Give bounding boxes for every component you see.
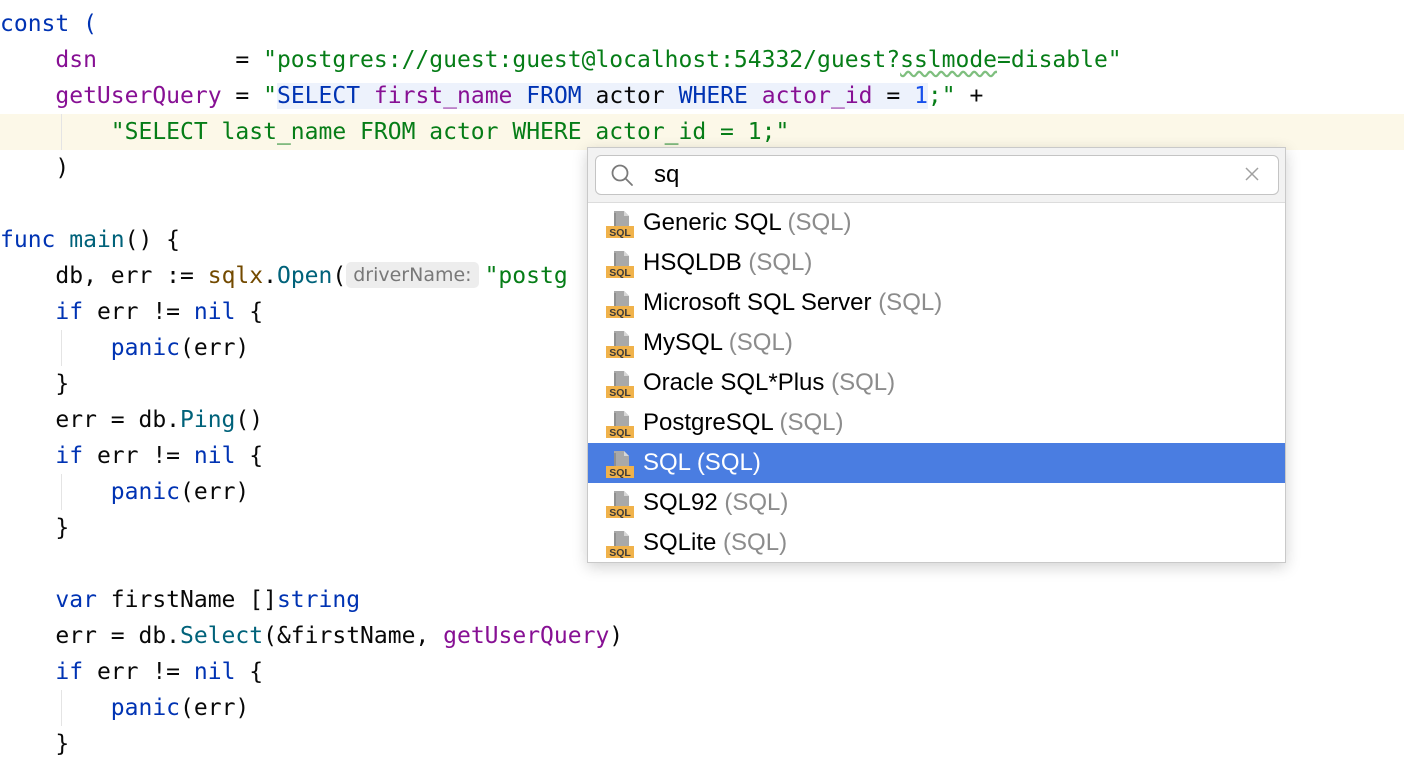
language-name: Generic SQL xyxy=(643,209,781,236)
language-list-item[interactable]: SQL PostgreSQL (SQL) xyxy=(588,403,1285,443)
language-name: SQLite xyxy=(643,529,717,556)
sql-badge: SQL xyxy=(609,547,631,559)
close-icon[interactable] xyxy=(1244,166,1260,182)
sql-badge: SQL xyxy=(609,387,631,399)
language-type: (SQL) xyxy=(723,529,788,556)
language-type: (SQL) xyxy=(696,449,761,476)
sql-badge: SQL xyxy=(609,467,631,479)
language-type: (SQL) xyxy=(728,329,793,356)
code-line: var firstName []string xyxy=(55,587,361,613)
language-list: SQL Generic SQL (SQL) SQL HSQLDB (SQL) SQL Mi… xyxy=(588,203,1285,563)
sql-file-icon: SQL xyxy=(606,331,634,359)
sql-badge: SQL xyxy=(609,507,631,519)
language-type: (SQL) xyxy=(878,289,943,316)
sql-badge: SQL xyxy=(609,307,631,319)
code-line: } xyxy=(55,731,70,757)
language-name: HSQLDB xyxy=(643,249,742,276)
sql-badge: SQL xyxy=(609,267,631,279)
language-name: PostgreSQL xyxy=(643,409,773,436)
code-line: if err != nil { xyxy=(55,659,264,685)
language-name: SQL xyxy=(643,449,691,476)
language-type: (SQL) xyxy=(831,369,896,396)
sql-file-icon: SQL xyxy=(606,411,634,439)
search-query[interactable]: sq xyxy=(654,160,679,190)
language-type: (SQL) xyxy=(724,489,789,516)
language-name: Microsoft SQL Server xyxy=(643,289,872,316)
code-line: const ( xyxy=(0,11,97,37)
language-type: (SQL) xyxy=(748,249,813,276)
sql-file-icon: SQL xyxy=(606,251,634,279)
sql-badge: SQL xyxy=(609,427,631,439)
sql-file-icon: SQL xyxy=(606,371,634,399)
language-list-item[interactable]: SQL Oracle SQL*Plus (SQL) xyxy=(588,363,1285,403)
sql-file-icon: SQL xyxy=(606,491,634,519)
language-list-item[interactable]: SQL SQLite (SQL) xyxy=(588,523,1285,563)
language-list-item[interactable]: SQL MySQL (SQL) xyxy=(588,323,1285,363)
sql-file-icon: SQL xyxy=(606,291,634,319)
language-type: (SQL) xyxy=(787,209,852,236)
sql-badge: SQL xyxy=(609,227,631,239)
code-line: panic(err) xyxy=(0,690,1404,726)
language-list-item[interactable]: SQL SQL92 (SQL) xyxy=(588,483,1285,523)
sql-badge: SQL xyxy=(609,347,631,359)
search-bar: sq xyxy=(588,148,1285,203)
language-name: MySQL xyxy=(643,329,723,356)
language-chooser-popup: sq SQL Generic SQL (SQL) SQL HSQLDB (SQL) SQ… xyxy=(587,147,1286,563)
magnifier-icon xyxy=(611,164,633,186)
language-type: (SQL) xyxy=(779,409,844,436)
language-list-item[interactable]: SQL Microsoft SQL Server (SQL) xyxy=(588,283,1285,323)
code-line-current: "SELECT last_name FROM actor WHERE actor… xyxy=(0,114,1404,150)
parameter-hint: driverName: xyxy=(346,262,479,288)
language-name: SQL92 xyxy=(643,489,718,516)
code-line: getUserQuery = "SELECT first_name FROM a… xyxy=(55,83,984,109)
language-name: Oracle SQL*Plus xyxy=(643,369,825,396)
sql-file-icon: SQL xyxy=(606,451,634,479)
search-input[interactable]: sq xyxy=(595,155,1279,195)
language-list-item[interactable]: SQL Generic SQL (SQL) xyxy=(588,203,1285,243)
code-line: dsn = "postgres://guest:guest@localhost:… xyxy=(55,47,1122,73)
language-list-item[interactable]: SQL HSQLDB (SQL) xyxy=(588,243,1285,283)
language-list-item[interactable]: SQL SQL (SQL) xyxy=(588,443,1285,483)
sql-file-icon: SQL xyxy=(606,531,634,559)
sql-file-icon: SQL xyxy=(606,211,634,239)
code-line: err = db.Select(&firstName, getUserQuery… xyxy=(55,623,624,649)
